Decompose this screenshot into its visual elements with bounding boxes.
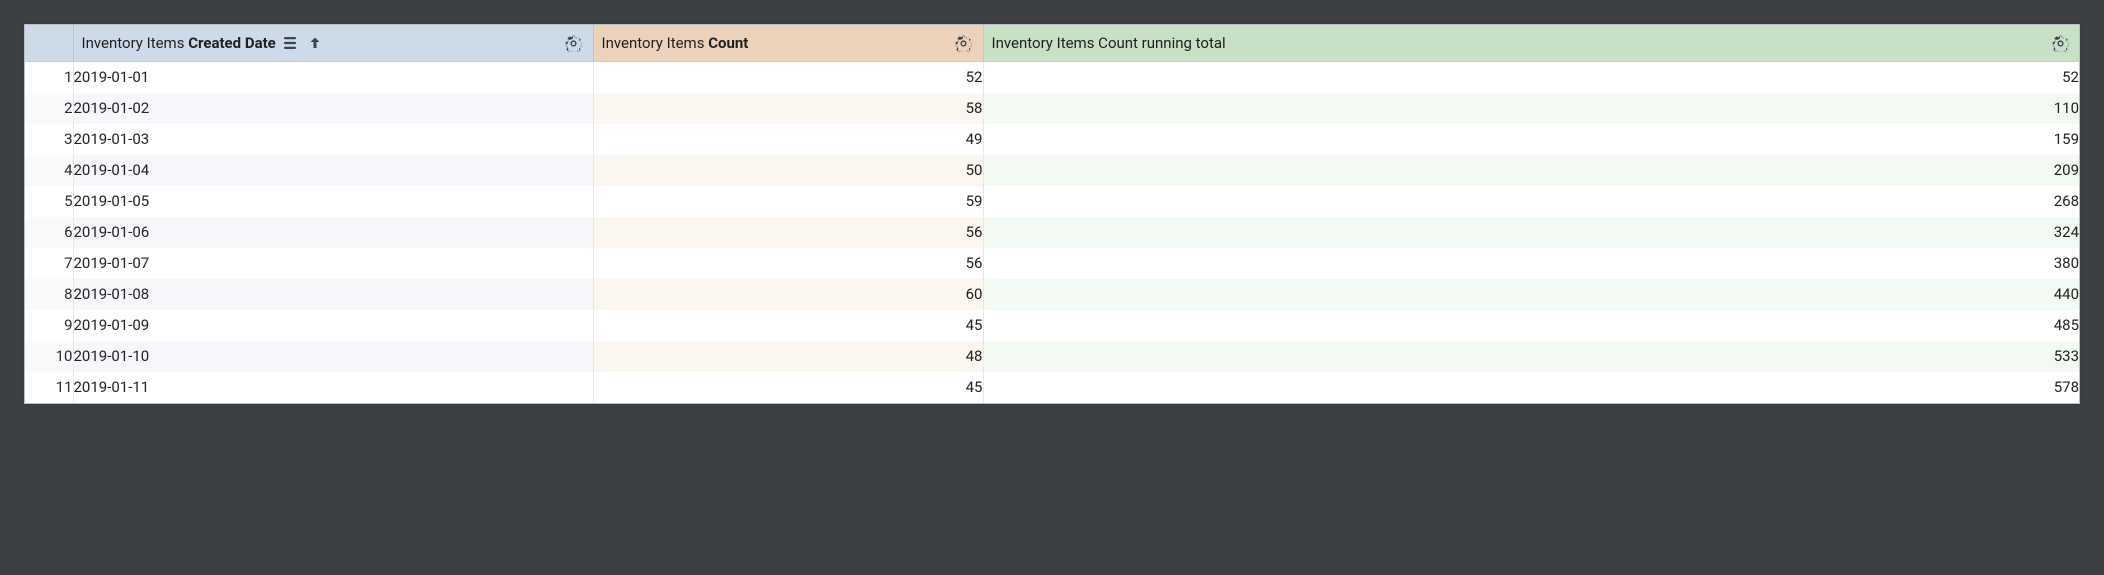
cell-count[interactable]: 48 [593,341,983,372]
cell-created-date[interactable]: 2019-01-08 [73,279,593,310]
cell-created-date[interactable]: 2019-01-11 [73,372,593,403]
cell-created-date[interactable]: 2019-01-06 [73,217,593,248]
cell-running-total[interactable]: 380 [983,248,2079,279]
cell-count[interactable]: 56 [593,217,983,248]
row-number: 3 [25,124,73,155]
column-label: Inventory Items Count running total [992,25,1226,61]
gear-icon[interactable] [565,34,583,52]
row-number: 7 [25,248,73,279]
cell-count[interactable]: 58 [593,93,983,124]
pivot-icon[interactable] [282,34,300,52]
cell-running-total[interactable]: 268 [983,186,2079,217]
cell-running-total[interactable]: 533 [983,341,2079,372]
table-row[interactable]: 82019-01-0860440 [25,279,2079,310]
table-row[interactable]: 92019-01-0945485 [25,310,2079,341]
gear-icon[interactable] [955,34,973,52]
cell-count[interactable]: 56 [593,248,983,279]
cell-created-date[interactable]: 2019-01-05 [73,186,593,217]
sort-asc-icon[interactable] [306,34,324,52]
cell-running-total[interactable]: 440 [983,279,2079,310]
cell-running-total[interactable]: 485 [983,310,2079,341]
cell-count[interactable]: 50 [593,155,983,186]
row-number: 5 [25,186,73,217]
table-row[interactable]: 102019-01-1048533 [25,341,2079,372]
cell-running-total[interactable]: 578 [983,372,2079,403]
cell-count[interactable]: 49 [593,124,983,155]
column-header-created-date[interactable]: Inventory Items Created Date [73,25,593,62]
cell-running-total[interactable]: 209 [983,155,2079,186]
table-row[interactable]: 52019-01-0559268 [25,186,2079,217]
cell-count[interactable]: 59 [593,186,983,217]
cell-created-date[interactable]: 2019-01-02 [73,93,593,124]
table-row[interactable]: 62019-01-0656324 [25,217,2079,248]
column-header-rownum[interactable] [25,25,73,62]
cell-running-total[interactable]: 52 [983,62,2079,93]
cell-running-total[interactable]: 159 [983,124,2079,155]
data-table-panel: Inventory Items Created Date [24,24,2080,404]
table-row[interactable]: 22019-01-0258110 [25,93,2079,124]
column-header-running-total[interactable]: Inventory Items Count running total [983,25,2079,62]
cell-created-date[interactable]: 2019-01-09 [73,310,593,341]
table-row[interactable]: 112019-01-1145578 [25,372,2079,403]
cell-count[interactable]: 60 [593,279,983,310]
cell-created-date[interactable]: 2019-01-10 [73,341,593,372]
row-number: 1 [25,62,73,93]
cell-created-date[interactable]: 2019-01-04 [73,155,593,186]
header-row: Inventory Items Created Date [25,25,2079,62]
row-number: 11 [25,372,73,403]
cell-running-total[interactable]: 324 [983,217,2079,248]
row-number: 9 [25,310,73,341]
gear-icon[interactable] [2051,34,2069,52]
table-row[interactable]: 12019-01-015252 [25,62,2079,93]
row-number: 6 [25,217,73,248]
cell-created-date[interactable]: 2019-01-07 [73,248,593,279]
column-label: Inventory Items Created Date [82,25,276,61]
cell-created-date[interactable]: 2019-01-01 [73,62,593,93]
row-number: 8 [25,279,73,310]
table-row[interactable]: 42019-01-0450209 [25,155,2079,186]
column-label: Inventory Items Count [602,25,749,61]
cell-count[interactable]: 45 [593,372,983,403]
row-number: 10 [25,341,73,372]
results-table: Inventory Items Created Date [25,25,2079,403]
cell-count[interactable]: 45 [593,310,983,341]
row-number: 2 [25,93,73,124]
table-row[interactable]: 32019-01-0349159 [25,124,2079,155]
cell-count[interactable]: 52 [593,62,983,93]
column-header-count[interactable]: Inventory Items Count [593,25,983,62]
cell-running-total[interactable]: 110 [983,93,2079,124]
table-row[interactable]: 72019-01-0756380 [25,248,2079,279]
row-number: 4 [25,155,73,186]
cell-created-date[interactable]: 2019-01-03 [73,124,593,155]
